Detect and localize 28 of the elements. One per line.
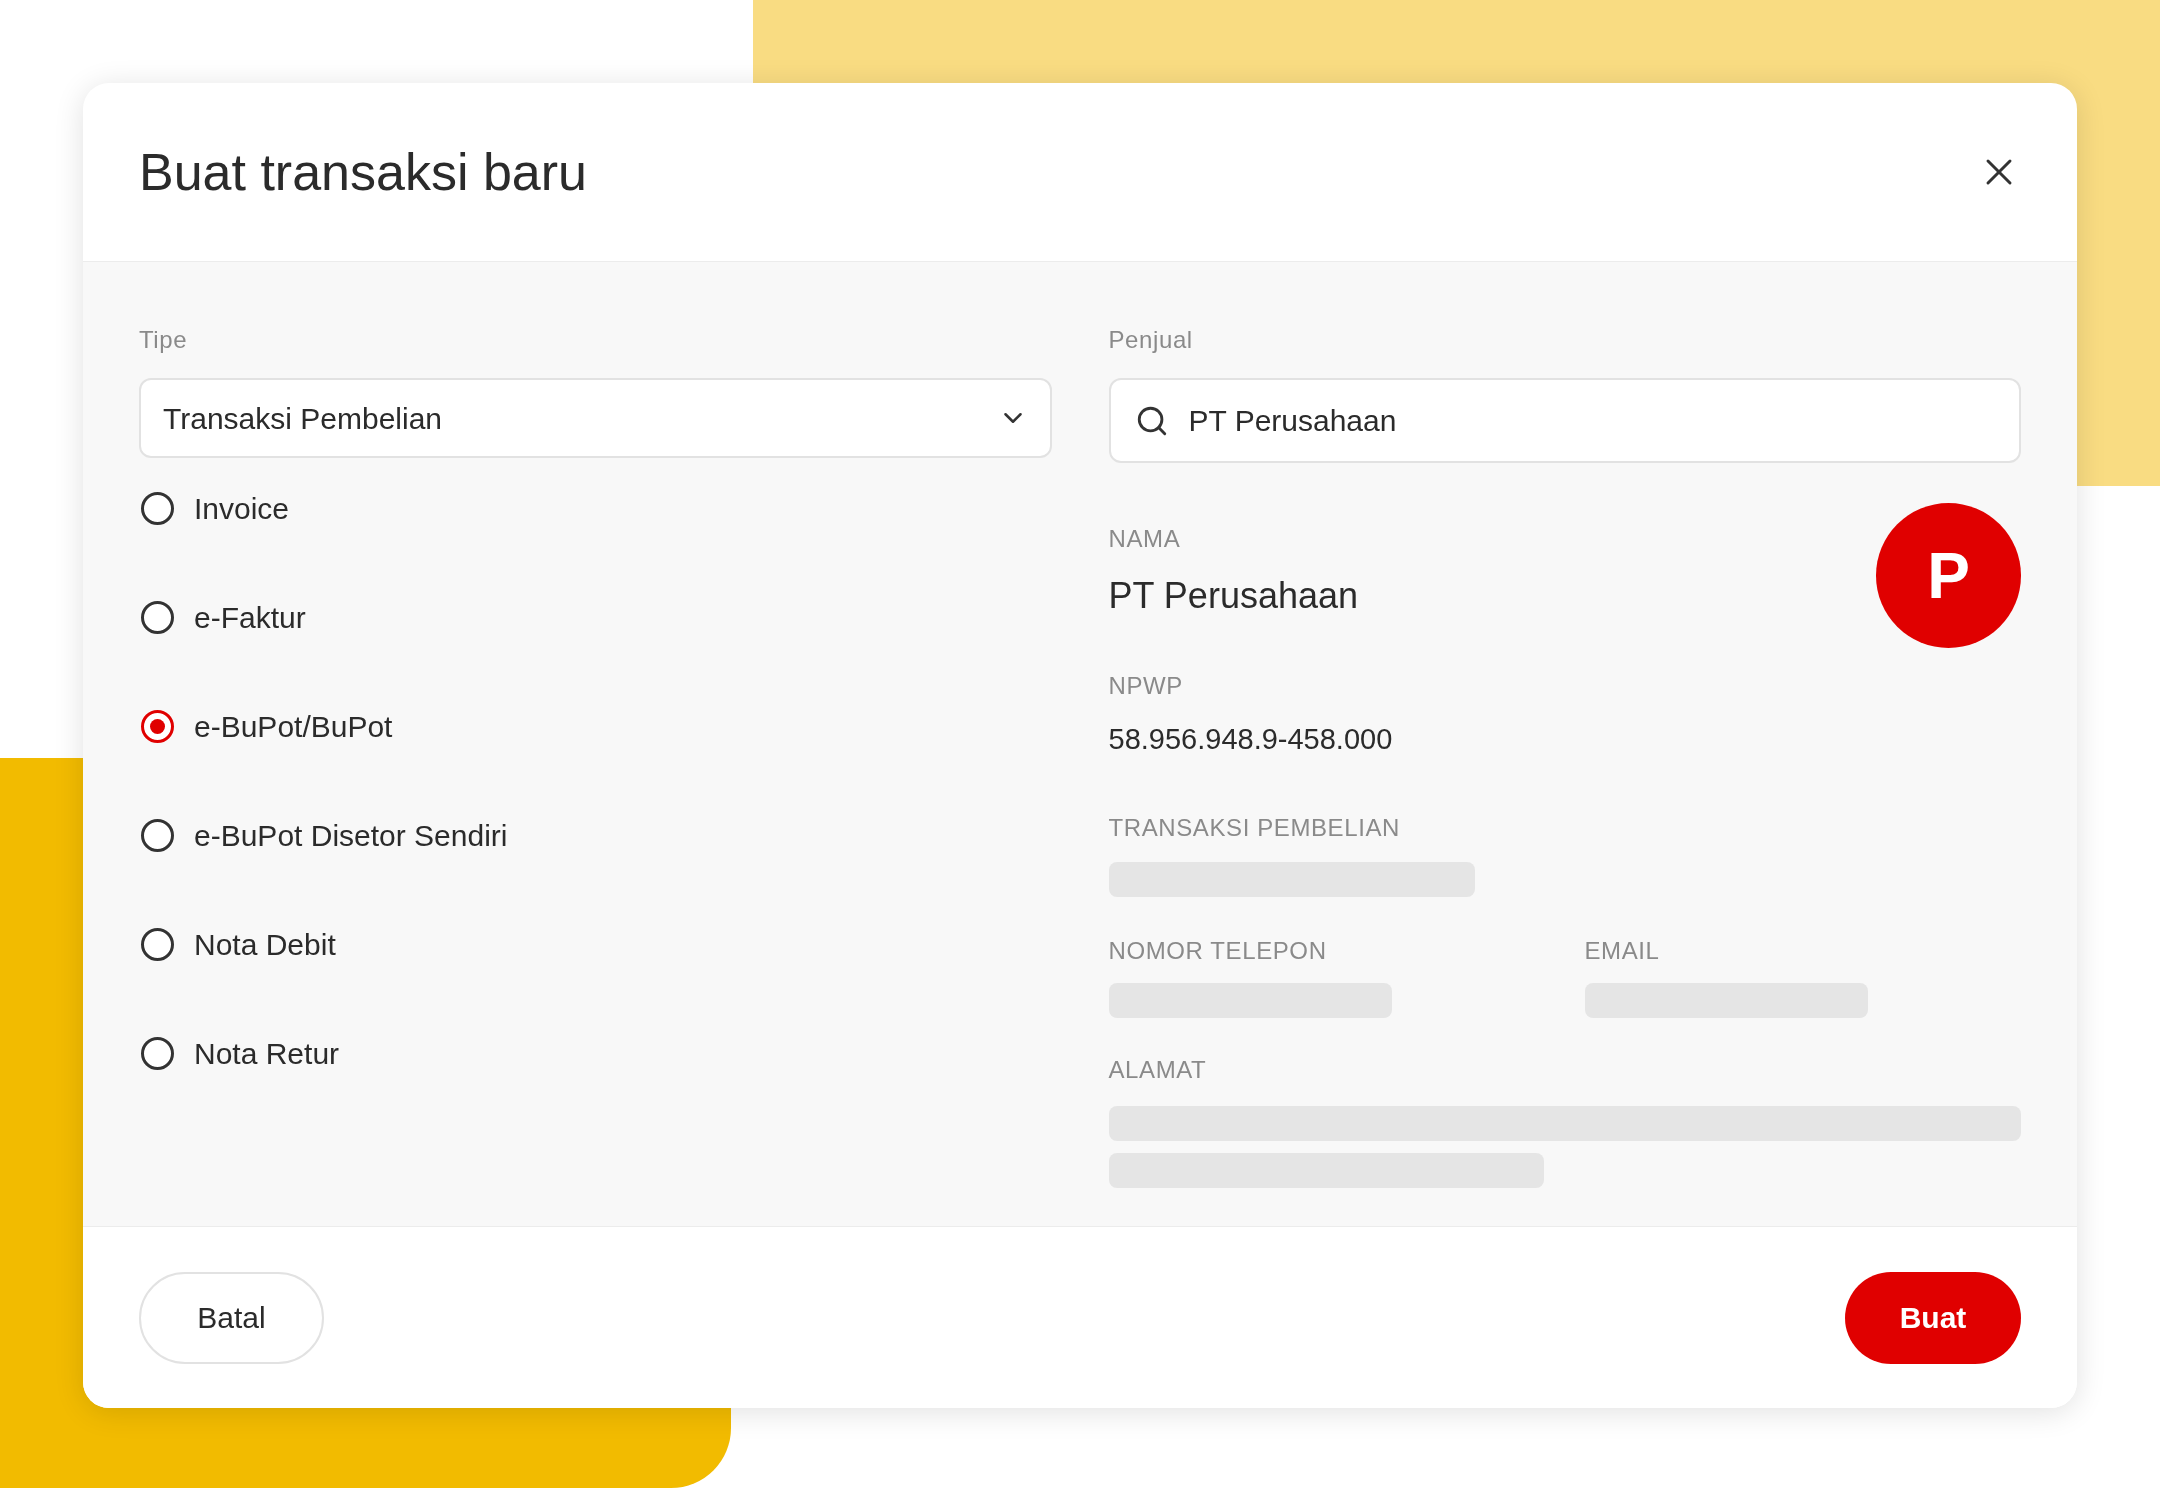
radio-option[interactable]: e-BuPot/BuPot (141, 710, 1052, 743)
radio-button[interactable] (141, 819, 174, 852)
type-dropdown[interactable]: Transaksi Pembelian (139, 378, 1052, 458)
radio-button[interactable] (141, 1037, 174, 1070)
create-button[interactable]: Buat (1845, 1271, 2021, 1364)
cancel-button[interactable]: Batal (139, 1271, 324, 1364)
field-label: TRANSAKSI PEMBELIAN (1108, 812, 1401, 843)
seller-name: PT Perusahaan (1108, 574, 1358, 618)
radio-option[interactable]: Invoice (141, 492, 1052, 525)
radio-option[interactable]: Nota Retur (141, 1037, 1052, 1070)
radio-button[interactable] (141, 928, 174, 961)
radio-button[interactable] (141, 492, 174, 525)
field-label: EMAIL (1584, 935, 1661, 966)
dialog-title: Buat transaksi baru (139, 142, 588, 203)
radio-option[interactable]: Nota Debit (141, 928, 1052, 961)
radio-option[interactable]: e-BuPot Disetor Sendiri (141, 819, 1052, 852)
radio-option[interactable]: e-Faktur (141, 601, 1052, 634)
field-label: Tipe (139, 325, 189, 355)
field-label: NOMOR TELEPON (1108, 935, 1328, 966)
radio-button[interactable] (141, 601, 174, 634)
field-label: ALAMAT (1108, 1054, 1208, 1085)
seller-search-field[interactable]: PT Perusahaan (1108, 378, 2021, 463)
npwp-value: 58.956.948.9-458.000 (1108, 722, 1394, 757)
avatar: P (1876, 503, 2021, 648)
radio-button[interactable] (141, 710, 174, 743)
field-label: NAMA (1108, 524, 1182, 554)
field-label: NPWP (1108, 671, 1184, 701)
field-label: Penjual (1108, 325, 1194, 355)
